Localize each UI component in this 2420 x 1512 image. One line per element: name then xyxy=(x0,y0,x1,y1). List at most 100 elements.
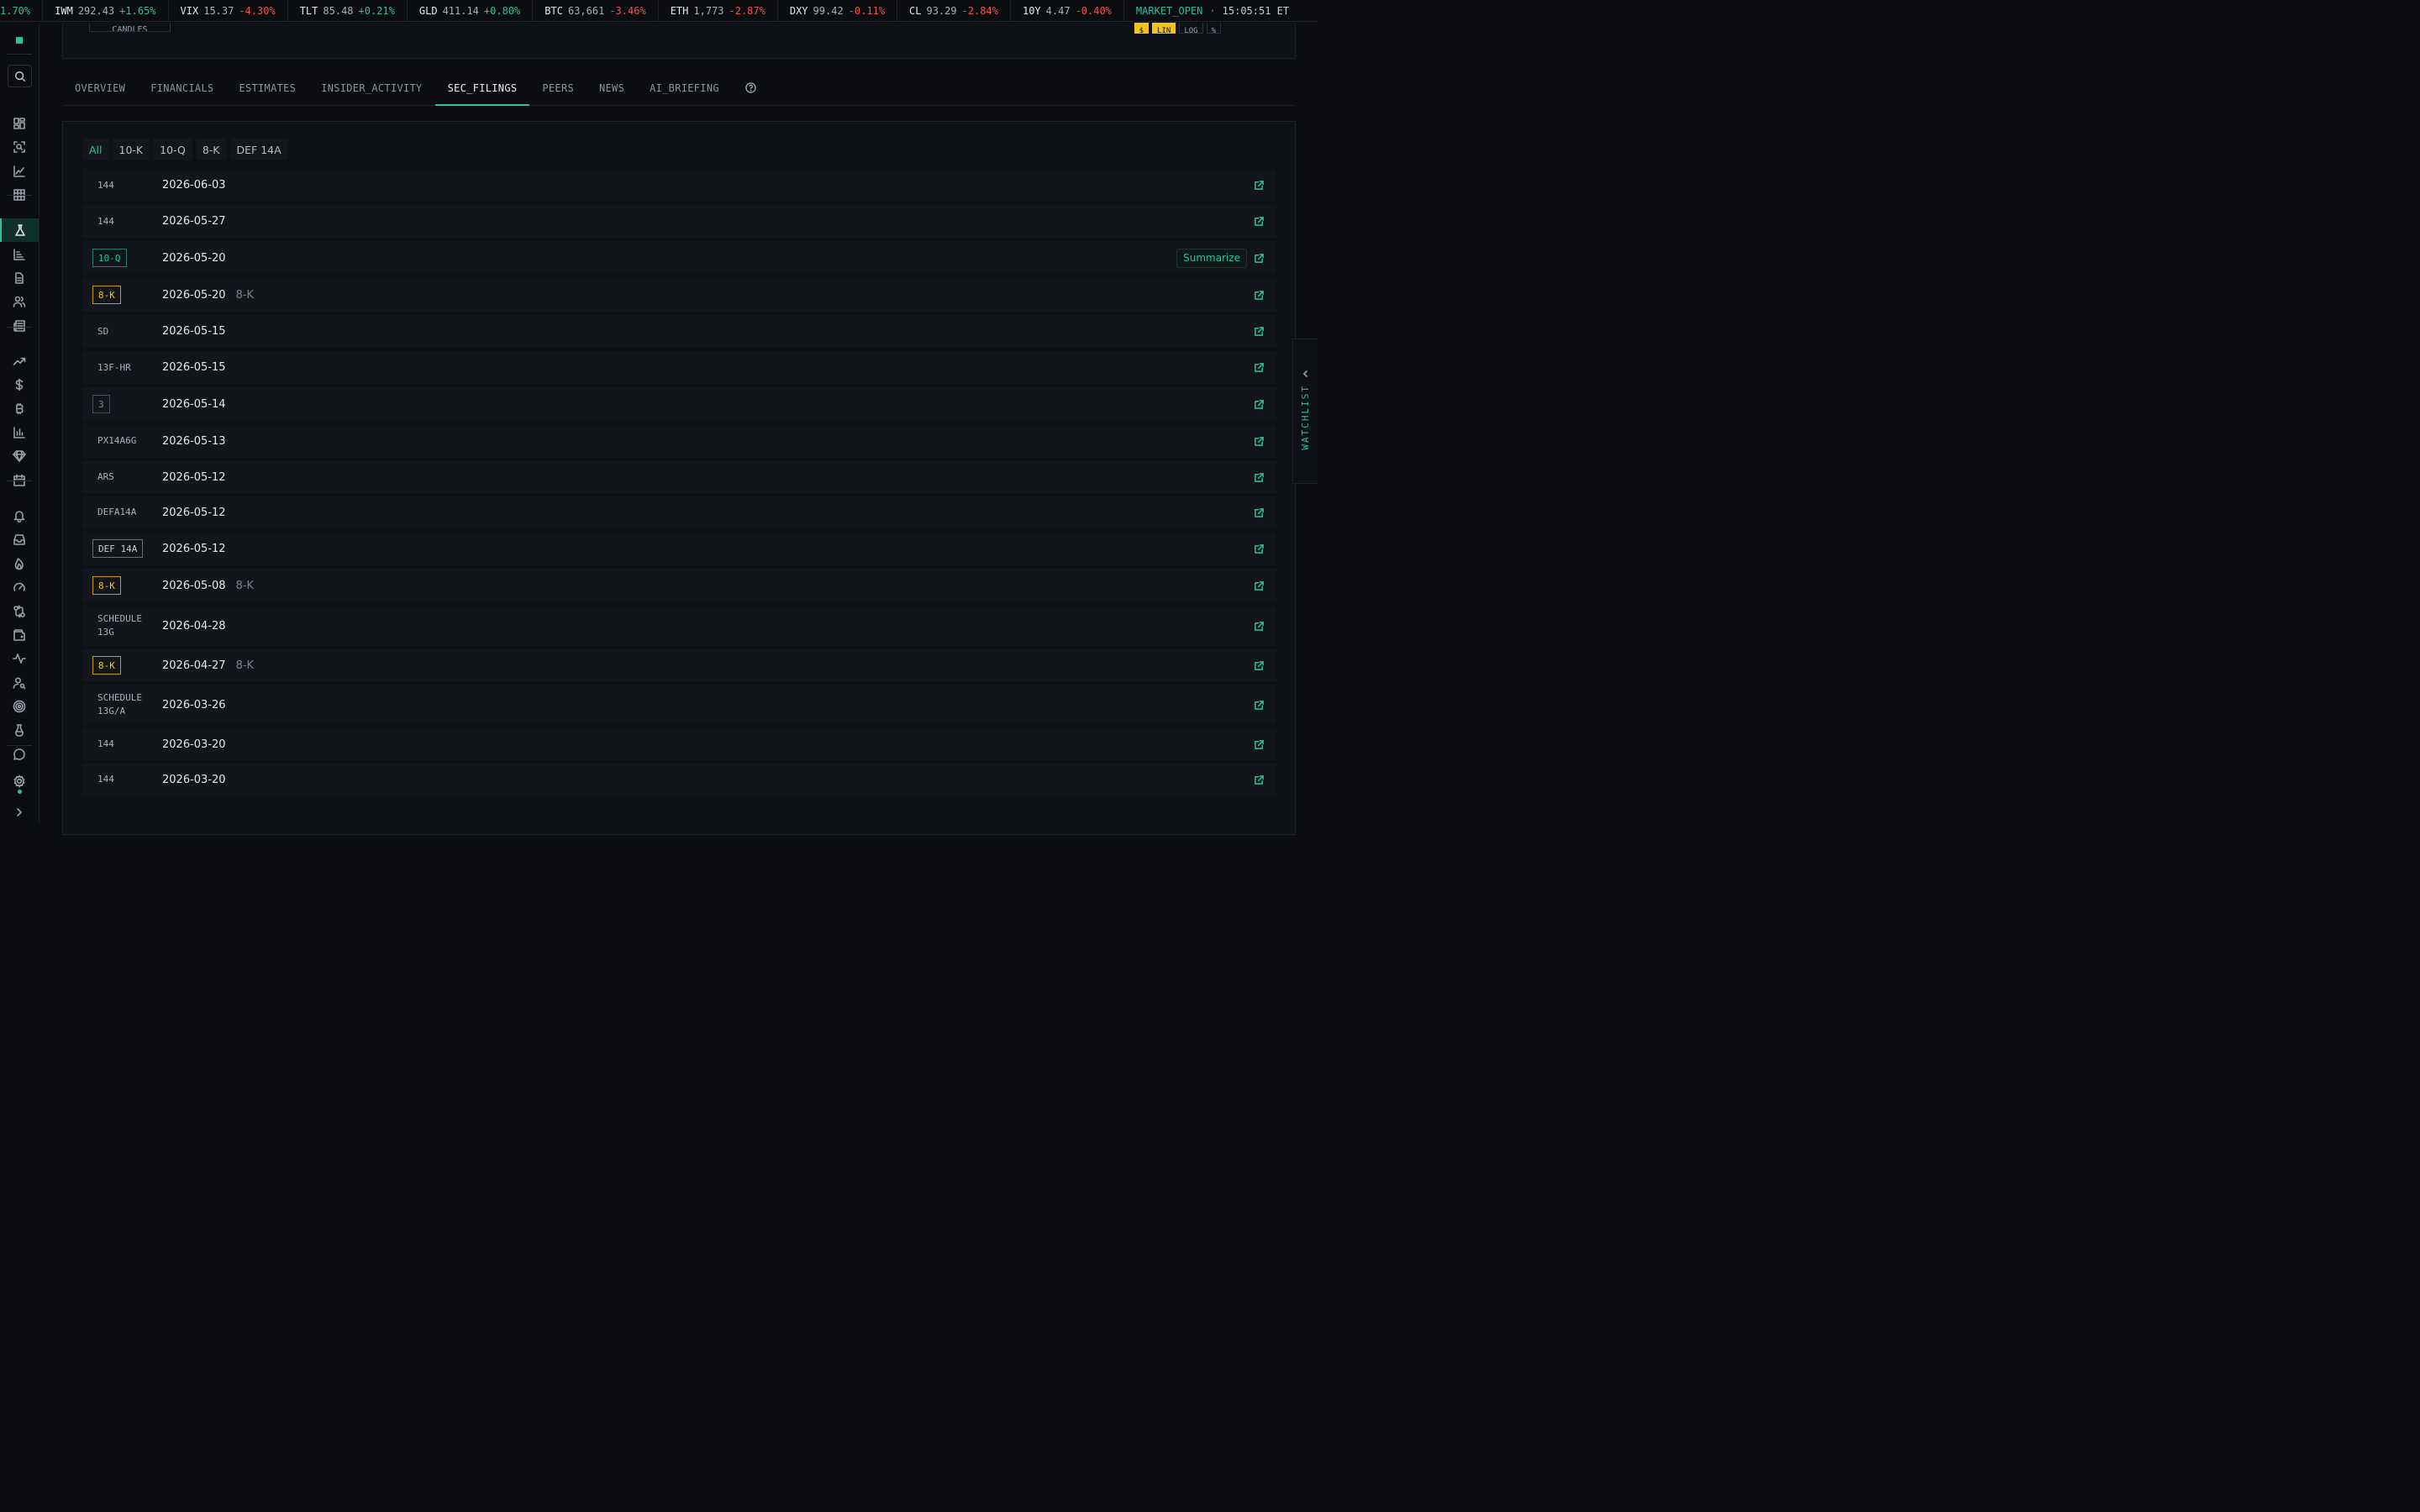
open-filing-link[interactable] xyxy=(1254,180,1265,191)
rail-settings-button[interactable] xyxy=(0,769,39,793)
open-filing-link[interactable] xyxy=(1254,399,1265,410)
open-filing-link[interactable] xyxy=(1254,216,1265,227)
scale-toggle-button[interactable]: LIN xyxy=(1152,23,1176,34)
filter-chip[interactable]: 10-Q xyxy=(153,139,192,160)
filing-date: 2026-05-12 xyxy=(162,506,226,519)
filter-chip[interactable]: All xyxy=(82,139,109,160)
rail-news-button[interactable] xyxy=(0,314,39,338)
ticker-item[interactable]: GLD 411.14 +0.80% xyxy=(408,0,534,21)
ticker-item[interactable]: 1.70% xyxy=(0,0,44,21)
rail-inbox-button[interactable] xyxy=(0,528,39,551)
rail-dollar-button[interactable] xyxy=(0,373,39,396)
ticker-item[interactable]: BTC 63,661 -3.46% xyxy=(533,0,659,21)
filing-row[interactable]: 13F-HR 2026-05-15 xyxy=(82,351,1276,384)
filing-row[interactable]: DEF 14A 2026-05-12 xyxy=(82,532,1276,565)
rail-swap-button[interactable] xyxy=(0,600,39,623)
open-filing-link[interactable] xyxy=(1254,472,1265,483)
rail-gauge-button[interactable] xyxy=(0,575,39,599)
filing-row[interactable]: 3 2026-05-14 xyxy=(82,387,1276,421)
tab-ai-briefing[interactable]: AI_BRIEFING xyxy=(637,71,732,105)
expand-rail-button[interactable] xyxy=(0,801,39,824)
chart-type-dropdown[interactable]: CANDLES xyxy=(89,23,171,32)
ticker-item[interactable]: 10Y 4.47 -0.40% xyxy=(1011,0,1124,21)
rail-activity-button[interactable] xyxy=(0,647,39,670)
open-filing-link[interactable] xyxy=(1254,507,1265,518)
filing-row[interactable]: 8-K 2026-05-20 8-K xyxy=(82,278,1276,312)
rail-wallet-button[interactable] xyxy=(0,623,39,647)
ticker-change: +0.80% xyxy=(483,4,521,17)
ticker-item[interactable]: DXY 99.42 -0.11% xyxy=(778,0,898,21)
filing-row[interactable]: ARS 2026-05-12 xyxy=(82,461,1276,493)
filing-row[interactable]: SCHEDULE 13G/A 2026-03-26 xyxy=(82,685,1276,725)
tab-sec-filings[interactable]: SEC_FILINGS xyxy=(434,71,530,106)
rail-document-button[interactable] xyxy=(0,266,39,290)
app-logo[interactable] xyxy=(16,37,23,44)
filing-row[interactable]: 144 2026-06-03 xyxy=(82,169,1276,202)
filing-row[interactable]: 144 2026-03-20 xyxy=(82,764,1276,795)
filing-row[interactable]: 10-Q 2026-05-20 Summarize xyxy=(82,241,1276,275)
scale-toggle-button[interactable]: % xyxy=(1206,23,1221,34)
open-filing-link[interactable] xyxy=(1254,362,1265,373)
summarize-button[interactable]: Summarize xyxy=(1176,248,1247,268)
rail-target-button[interactable] xyxy=(0,695,39,718)
filing-row[interactable]: SCHEDULE 13G 2026-04-28 xyxy=(82,606,1276,646)
tab-estimates[interactable]: ESTIMATES xyxy=(226,71,308,105)
filter-chip[interactable]: 8-K xyxy=(195,139,227,160)
activity-icon xyxy=(13,654,26,664)
filing-row[interactable]: PX14A6G 2026-05-13 xyxy=(82,424,1276,458)
filing-row[interactable]: 8-K 2026-04-27 8-K xyxy=(82,649,1276,681)
open-filing-link[interactable] xyxy=(1254,436,1265,447)
inbox-icon xyxy=(13,534,25,545)
filing-form-label: SCHEDULE 13G/A xyxy=(97,692,142,717)
open-filing-link[interactable] xyxy=(1254,660,1265,671)
ticker-item[interactable]: IWM 292.43 +1.65% xyxy=(43,0,169,21)
filter-chip[interactable]: DEF 14A xyxy=(229,139,288,160)
open-filing-link[interactable] xyxy=(1254,700,1265,711)
rail-beaker-button[interactable] xyxy=(0,718,39,742)
open-filing-link[interactable] xyxy=(1254,580,1265,591)
rail-chat-button[interactable] xyxy=(0,743,39,766)
open-filing-link[interactable] xyxy=(1254,543,1265,554)
ticker-item[interactable]: CL 93.29 -2.84% xyxy=(897,0,1011,21)
tab-overview[interactable]: OVERVIEW xyxy=(62,71,138,105)
open-filing-link[interactable] xyxy=(1254,253,1265,264)
rail-bell-button[interactable] xyxy=(0,504,39,528)
rail-flask-button[interactable] xyxy=(0,218,39,242)
rail-bitcoin-button[interactable] xyxy=(0,397,39,421)
filing-form-cell: DEF 14A xyxy=(82,539,162,558)
filing-row[interactable]: 144 2026-05-27 xyxy=(82,205,1276,238)
ticker-item[interactable]: ETH 1,773 -2.87% xyxy=(659,0,778,21)
rail-dashboard-button[interactable] xyxy=(0,112,39,135)
tab-financials[interactable]: FINANCIALS xyxy=(138,71,226,105)
rail-users-button[interactable] xyxy=(0,290,39,313)
filing-row[interactable]: 8-K 2026-05-08 8-K xyxy=(82,569,1276,602)
filing-row[interactable]: 144 2026-03-20 xyxy=(82,728,1276,760)
scale-toggle-button[interactable]: LOG xyxy=(1179,23,1203,34)
open-filing-link[interactable] xyxy=(1254,621,1265,632)
rail-diamond-button[interactable] xyxy=(0,444,39,468)
rail-trending-up-button[interactable] xyxy=(0,349,39,373)
tab-insider-activity[interactable]: INSIDER_ACTIVITY xyxy=(308,71,434,105)
filing-row[interactable]: DEFA14A 2026-05-12 xyxy=(82,496,1276,528)
open-filing-link[interactable] xyxy=(1254,739,1265,750)
rail-screener-button[interactable] xyxy=(0,135,39,159)
filter-chip[interactable]: 10-K xyxy=(112,139,150,160)
filing-row[interactable]: SD 2026-05-15 xyxy=(82,315,1276,348)
tab-help-button[interactable] xyxy=(732,71,770,105)
rail-bar-graph-button[interactable] xyxy=(0,421,39,444)
rail-user-search-button[interactable] xyxy=(0,671,39,695)
search-button[interactable] xyxy=(8,65,32,87)
ticker-item[interactable]: VIX 15.37 -4.30% xyxy=(169,0,288,21)
rail-flame-button[interactable] xyxy=(0,552,39,575)
rail-chart-button[interactable] xyxy=(0,160,39,183)
open-filing-link[interactable] xyxy=(1254,326,1265,337)
rail-bar-chart-button[interactable] xyxy=(0,243,39,266)
tab-news[interactable]: NEWS xyxy=(587,71,637,105)
open-filing-link[interactable] xyxy=(1254,774,1265,785)
ticker-item[interactable]: TLT 85.48 +0.21% xyxy=(288,0,408,21)
open-filing-link[interactable] xyxy=(1254,290,1265,301)
scale-toggle-button[interactable]: $ xyxy=(1134,23,1150,34)
tab-peers[interactable]: PEERS xyxy=(529,71,587,105)
watchlist-drawer-toggle[interactable]: WATCHLIST xyxy=(1292,339,1318,484)
user-search-icon xyxy=(13,677,26,690)
